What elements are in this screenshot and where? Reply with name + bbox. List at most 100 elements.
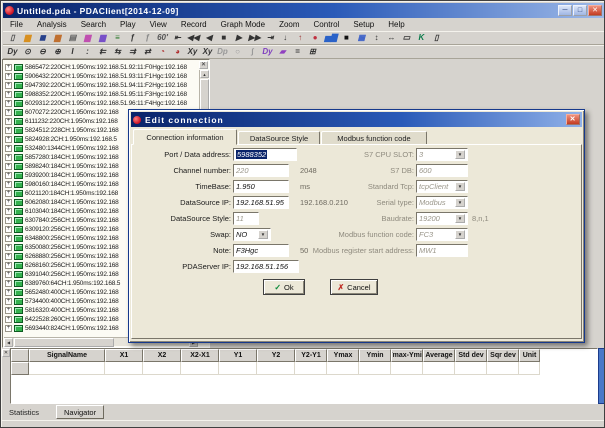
goto-end-icon[interactable]: ⇥ bbox=[264, 32, 277, 44]
expand-icon[interactable]: + bbox=[5, 136, 12, 143]
table-cell[interactable] bbox=[29, 362, 105, 375]
record-icon[interactable]: ● bbox=[309, 32, 322, 44]
table-cell[interactable] bbox=[327, 362, 359, 375]
column-header[interactable]: SignalName bbox=[29, 349, 105, 362]
tree-item[interactable]: + 5906432:220CH:1.950ms:192.168.51.93:11… bbox=[5, 72, 198, 81]
menu-item[interactable]: Setup bbox=[346, 19, 381, 30]
table-cell[interactable] bbox=[295, 362, 327, 375]
expand-icon[interactable]: + bbox=[5, 271, 12, 278]
split-vertical-icon[interactable]: ↕ bbox=[370, 32, 383, 44]
row-header-cell[interactable] bbox=[11, 362, 29, 375]
legend-icon[interactable]: K bbox=[415, 32, 428, 44]
cancel-button[interactable]: ✗ Cancel bbox=[330, 279, 378, 295]
jump-down-icon[interactable]: ↓ bbox=[279, 32, 292, 44]
column-header[interactable]: Ymax-Ymin bbox=[391, 349, 423, 362]
dots-cursor-icon[interactable]: : bbox=[81, 46, 94, 58]
swap-select[interactable]: NO▼ bbox=[233, 228, 271, 241]
dropdown-arrow-icon[interactable]: ▼ bbox=[455, 182, 465, 191]
datasource-ip-input[interactable]: 192.168.51.95 bbox=[233, 196, 289, 209]
tree-item[interactable]: + 5947392:220CH:1.950ms:192.168.51.94:11… bbox=[5, 81, 198, 90]
column-header[interactable]: X2-X1 bbox=[181, 349, 219, 362]
table-cell[interactable] bbox=[455, 362, 487, 375]
dropdown-arrow-icon[interactable]: ▼ bbox=[455, 214, 465, 223]
dialog-close-button[interactable]: ✕ bbox=[566, 114, 580, 125]
table-cell[interactable] bbox=[105, 362, 143, 375]
table-cell[interactable] bbox=[519, 362, 540, 375]
baudrate-select[interactable]: 19200▼ bbox=[416, 212, 468, 225]
split-horizontal-icon[interactable]: ↔ bbox=[385, 32, 398, 44]
menu-item[interactable]: View bbox=[143, 19, 174, 30]
export-violet-icon[interactable]: ▆ bbox=[96, 32, 109, 44]
note-input[interactable]: F3Hgc bbox=[233, 244, 289, 257]
save-icon[interactable]: ◼ bbox=[36, 32, 49, 44]
horizontal-scroll-thumb[interactable] bbox=[14, 338, 114, 347]
sixty-minutes-icon[interactable]: 60′ bbox=[156, 32, 169, 44]
expand-icon[interactable]: + bbox=[5, 172, 12, 179]
time-cursor2-icon[interactable]: ◕ bbox=[171, 46, 184, 58]
tab-statistics[interactable]: Statistics bbox=[9, 408, 39, 417]
menu-item[interactable]: Help bbox=[381, 19, 411, 30]
tab-navigator[interactable]: Navigator bbox=[56, 405, 104, 419]
table-cell[interactable] bbox=[181, 362, 219, 375]
close-button[interactable]: ✕ bbox=[588, 5, 602, 16]
statistics-close-button[interactable]: ✕ bbox=[2, 349, 10, 357]
expand-icon[interactable]: + bbox=[5, 109, 12, 116]
expand-icon[interactable]: + bbox=[5, 82, 12, 89]
zoom-in-icon[interactable]: ⊕ bbox=[51, 46, 64, 58]
zoom-icon[interactable]: ⊙ bbox=[21, 46, 34, 58]
expand-icon[interactable]: + bbox=[5, 244, 12, 251]
menu-item[interactable]: Control bbox=[307, 19, 347, 30]
stop-black-icon[interactable]: ■ bbox=[340, 32, 353, 44]
serial-type-select[interactable]: Modbus▼ bbox=[416, 196, 468, 209]
expand-icon[interactable]: + bbox=[5, 154, 12, 161]
open-file-icon[interactable]: ▆ bbox=[21, 32, 34, 44]
step-back-icon[interactable]: ◀ bbox=[202, 32, 215, 44]
expand-icon[interactable]: + bbox=[5, 73, 12, 80]
modbus-register-start-input[interactable]: MW1 bbox=[416, 244, 468, 257]
scroll-left-icon[interactable]: ◀ bbox=[4, 338, 13, 347]
pan-both-icon[interactable]: ⇄ bbox=[141, 46, 154, 58]
tab-datasource-style[interactable]: DataSource Style bbox=[238, 131, 320, 145]
new-file-icon[interactable]: ▯ bbox=[6, 32, 19, 44]
datasource-style-input[interactable]: 11 bbox=[233, 212, 259, 225]
stop-icon[interactable]: ■ bbox=[217, 32, 230, 44]
expand-icon[interactable]: + bbox=[5, 307, 12, 314]
dropdown-arrow-icon[interactable]: ▼ bbox=[258, 230, 268, 239]
dropdown-arrow-icon[interactable]: ▼ bbox=[455, 230, 465, 239]
minimize-button[interactable]: ─ bbox=[558, 5, 572, 16]
table-cell[interactable] bbox=[359, 362, 391, 375]
expand-icon[interactable]: + bbox=[5, 289, 12, 296]
expand-icon[interactable]: + bbox=[5, 298, 12, 305]
menu-item[interactable]: Search bbox=[74, 19, 113, 30]
dbp-icon[interactable]: Dp bbox=[216, 46, 229, 58]
table-cell[interactable] bbox=[423, 362, 455, 375]
table-view-icon[interactable]: ▦ bbox=[355, 32, 368, 44]
column-header[interactable]: Ymax bbox=[327, 349, 359, 362]
pan-right-icon[interactable]: ⇉ bbox=[126, 46, 139, 58]
tree-item[interactable]: + 6029312:220CH:1.950ms:192.168.51.96:11… bbox=[5, 99, 198, 108]
expand-icon[interactable]: + bbox=[5, 163, 12, 170]
time-cursor1-icon[interactable]: ◔ bbox=[156, 46, 169, 58]
expand-icon[interactable]: + bbox=[5, 199, 12, 206]
expand-icon[interactable]: + bbox=[5, 190, 12, 197]
expand-icon[interactable]: + bbox=[5, 118, 12, 125]
pan-left-icon[interactable]: ⇇ bbox=[96, 46, 109, 58]
column-header[interactable]: Y1 bbox=[219, 349, 257, 362]
rewind-icon[interactable]: ◀◀ bbox=[186, 32, 200, 44]
expand-icon[interactable]: + bbox=[5, 181, 12, 188]
table-cell[interactable] bbox=[143, 362, 181, 375]
circle-tool-icon[interactable]: ○ bbox=[231, 46, 244, 58]
pan-swap-icon[interactable]: ⇆ bbox=[111, 46, 124, 58]
channel-number-input[interactable]: 220 bbox=[233, 164, 289, 177]
table-cell[interactable] bbox=[219, 362, 257, 375]
s7-db-input[interactable]: 600 bbox=[416, 164, 468, 177]
menu-item[interactable]: Analysis bbox=[30, 19, 74, 30]
expand-icon[interactable]: + bbox=[5, 280, 12, 287]
zoom-out-icon[interactable]: ⊖ bbox=[36, 46, 49, 58]
port-data-address-input[interactable]: 5988352 bbox=[233, 148, 297, 161]
expand-icon[interactable]: + bbox=[5, 64, 12, 71]
maximize-button[interactable]: □ bbox=[573, 5, 587, 16]
signal-style-icon[interactable]: Dy bbox=[261, 46, 274, 58]
table-cell[interactable] bbox=[257, 362, 295, 375]
column-header[interactable]: Ymin bbox=[359, 349, 391, 362]
